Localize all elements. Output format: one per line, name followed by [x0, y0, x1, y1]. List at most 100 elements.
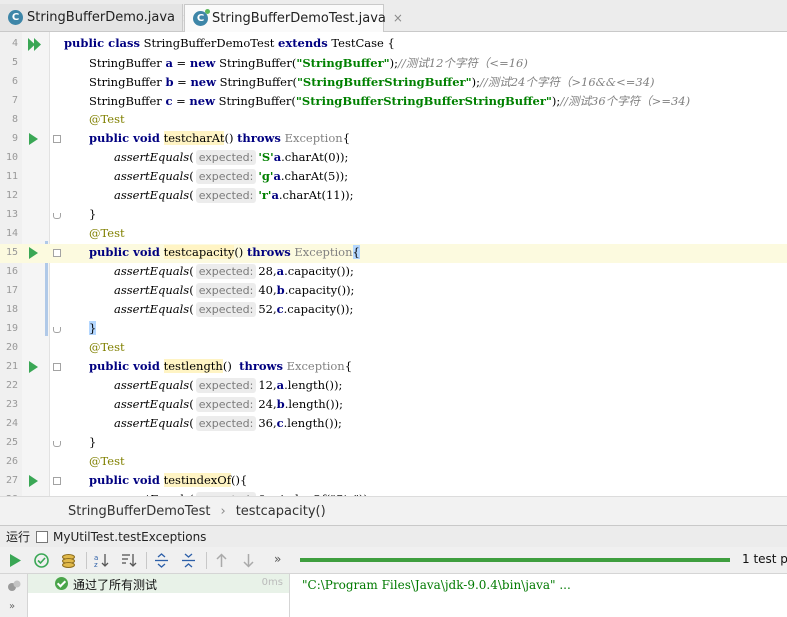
code-text: @Test — [89, 340, 125, 354]
code-line[interactable]: 24 assertEquals(expected: 36,c.length()); — [0, 415, 787, 434]
test-progress-bar — [300, 558, 730, 562]
code-text: @Test — [89, 226, 125, 240]
method-call: .capacity()); — [284, 283, 355, 297]
punctuation: ); — [471, 75, 480, 89]
fold-marker-icon[interactable] — [53, 249, 61, 257]
code-text: public void testindexOf(){ — [89, 473, 247, 487]
operator: = — [173, 75, 191, 89]
close-icon[interactable]: × — [393, 11, 403, 25]
tab-label: StringBufferDemoTest.java — [212, 10, 386, 26]
more-actions-icon[interactable]: » — [9, 601, 15, 612]
code-line[interactable]: 10 assertEquals(expected: 'S'a.charAt(0)); — [0, 149, 787, 168]
code-line[interactable]: 18 assertEquals(expected: 52,c.capacity())… — [0, 301, 787, 320]
run-all-tests-icon[interactable] — [28, 38, 44, 51]
code-line[interactable]: 13} — [0, 206, 787, 225]
line-number: 4 — [11, 38, 18, 49]
run-config-name[interactable]: MyUtilTest.testExceptions — [53, 530, 206, 544]
fold-end-icon[interactable] — [53, 213, 61, 219]
class-name: StringBufferDemoTest — [139, 36, 279, 50]
string-literal: "StringBuffer" — [296, 56, 390, 70]
run-test-icon[interactable] — [29, 247, 38, 259]
code-text: assertEquals(expected: 40,b.capacity()); — [114, 283, 355, 298]
sort-alphabetically-icon[interactable]: a z — [93, 552, 110, 569]
fold-marker-icon[interactable] — [53, 363, 61, 371]
run-history-icon[interactable] — [6, 578, 22, 594]
code-line[interactable]: 14 @Test — [0, 225, 787, 244]
fold-marker-icon[interactable] — [53, 477, 61, 485]
run-console[interactable]: "C:\Program Files\Java\jdk-9.0.4\bin\jav… — [290, 574, 787, 617]
fold-marker-icon[interactable] — [53, 135, 61, 143]
code-line[interactable]: 7 StringBuffer c = new StringBuffer("Stri… — [0, 92, 787, 111]
code-line[interactable]: 5 StringBuffer a = new StringBuffer("Stri… — [0, 54, 787, 73]
line-number: 6 — [11, 76, 18, 87]
keyword: new — [189, 94, 215, 108]
method-name: testlength — [163, 359, 223, 373]
breadcrumb: StringBufferDemoTest › testcapacity() — [0, 496, 787, 525]
code-line[interactable]: 19} — [0, 320, 787, 339]
toolbar-separator — [206, 552, 207, 569]
field-name: a — [165, 56, 173, 70]
parameter-hint: expected: — [195, 302, 257, 317]
keyword: public void — [89, 359, 160, 373]
tab-stringbufferdemo[interactable]: C StringBufferDemo.java × — [0, 4, 192, 31]
operator: = — [172, 94, 190, 108]
code-line[interactable]: 12 assertEquals(expected:'r'a.charAt(11))… — [0, 187, 787, 206]
method-call: .capacity()); — [283, 302, 354, 316]
code-line[interactable]: 15 public void testcapacity() throws Exce… — [0, 244, 787, 263]
breadcrumb-class[interactable]: StringBufferDemoTest — [68, 504, 210, 519]
line-number: 12 — [5, 190, 18, 201]
code-line[interactable]: 6 StringBuffer b = new StringBuffer("Stri… — [0, 73, 787, 92]
run-test-icon[interactable] — [29, 361, 38, 373]
code-line[interactable]: 26 @Test — [0, 453, 787, 472]
code-line[interactable]: 20 @Test — [0, 339, 787, 358]
assert-call: assertEquals — [114, 302, 190, 316]
code-line[interactable]: 17 assertEquals(expected: 40,b.capacity())… — [0, 282, 787, 301]
method-call: .capacity()); — [284, 264, 354, 278]
tab-stringbufferdemotest[interactable]: C StringBufferDemoTest.java × — [184, 4, 403, 33]
code-text: assertEquals(expected: 12,a.length()); — [114, 378, 343, 393]
line-number: 21 — [5, 361, 18, 372]
editor-tab-bar: C StringBufferDemo.java × C StringBuffer… — [0, 0, 787, 33]
code-line[interactable]: 27 public void testindexOf(){ — [0, 472, 787, 491]
code-line[interactable]: 23 assertEquals(expected: 24,b.length()); — [0, 396, 787, 415]
run-test-icon[interactable] — [29, 133, 38, 145]
line-number: 22 — [5, 380, 18, 391]
keyword: throws — [246, 245, 291, 259]
exception-type: Exception — [294, 245, 353, 259]
test-result-root[interactable]: 通过了所有测试 0ms — [28, 574, 289, 593]
run-test-icon[interactable] — [29, 475, 38, 487]
next-failed-icon[interactable] — [240, 552, 257, 569]
previous-failed-icon[interactable] — [213, 552, 230, 569]
more-actions-icon[interactable]: » — [274, 552, 281, 566]
code-line[interactable]: 22 assertEquals(expected: 12,a.length()); — [0, 377, 787, 396]
parameter-hint: expected: — [195, 378, 257, 393]
parameter-hint: expected: — [195, 416, 257, 431]
code-line[interactable]: 25} — [0, 434, 787, 453]
run-config-icon — [36, 530, 49, 543]
console-command-line: "C:\Program Files\Java\jdk-9.0.4\bin\jav… — [302, 578, 571, 592]
constructor: StringBuffer( — [214, 94, 296, 108]
code-text: public void testlength() throws Exceptio… — [89, 359, 352, 373]
code-line[interactable]: 21 public void testlength() throws Except… — [0, 358, 787, 377]
code-line[interactable]: 4 public class StringBufferDemoTest exten… — [0, 35, 787, 54]
code-line[interactable]: 9 public void testcharAt() throws Excepti… — [0, 130, 787, 149]
fold-end-icon[interactable] — [53, 441, 61, 447]
breadcrumb-method[interactable]: testcapacity() — [236, 504, 326, 519]
code-editor[interactable]: 4 public class StringBufferDemoTest exten… — [0, 32, 787, 496]
rerun-icon[interactable] — [6, 552, 23, 569]
code-text: } — [89, 207, 96, 221]
show-ignored-icon[interactable] — [60, 552, 77, 569]
expand-all-icon[interactable] — [153, 552, 170, 569]
code-line[interactable]: 8 @Test — [0, 111, 787, 130]
sort-by-duration-icon[interactable] — [120, 552, 137, 569]
collapse-all-icon[interactable] — [180, 552, 197, 569]
code-line[interactable]: 11 assertEquals(expected:'g'a.charAt(5)); — [0, 168, 787, 187]
code-text: public class StringBufferDemoTest extend… — [64, 36, 395, 50]
code-text: assertEquals(expected: 24,b.length()); — [114, 397, 343, 412]
show-passed-icon[interactable] — [33, 552, 50, 569]
test-passed-icon — [55, 577, 68, 590]
code-line[interactable]: 16 assertEquals(expected: 28,a.capacity())… — [0, 263, 787, 282]
fold-end-icon[interactable] — [53, 327, 61, 333]
method-call: .length()); — [284, 397, 343, 411]
parameter-hint: expected: — [195, 283, 257, 298]
